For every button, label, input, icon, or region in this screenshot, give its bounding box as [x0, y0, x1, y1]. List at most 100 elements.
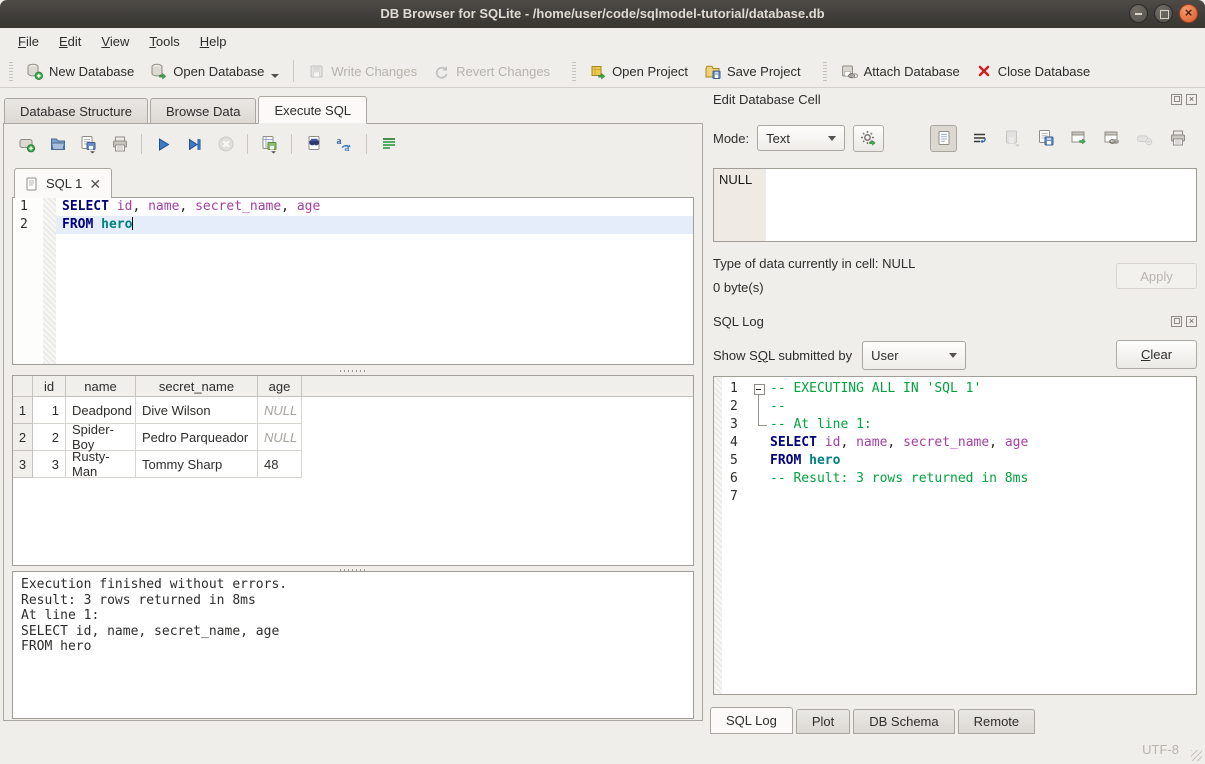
menu-help[interactable]: Help — [190, 30, 237, 53]
resize-grip-icon[interactable] — [1191, 750, 1202, 761]
row-header[interactable]: 1 — [13, 397, 33, 424]
close-dock-icon[interactable]: × — [1186, 94, 1197, 105]
close-database-button[interactable]: Close Database — [968, 59, 1099, 83]
clear-log-button[interactable]: Clear — [1116, 340, 1197, 369]
editor-line[interactable]: FROM hero — [56, 216, 693, 234]
save-sql-file-button[interactable] — [78, 134, 99, 155]
close-window-button[interactable]: × — [1179, 4, 1198, 23]
submitted-by-select[interactable]: User — [862, 341, 966, 370]
editor-line[interactable]: SELECT id, name, secret_name, age — [56, 198, 693, 216]
table-row: 22Spider-BoyPedro ParqueadorNULL — [13, 424, 693, 451]
table-cell[interactable]: NULL — [258, 397, 302, 424]
tab-execute-sql[interactable]: Execute SQL — [258, 96, 367, 124]
sql-tab-label: SQL 1 — [46, 176, 82, 191]
gear-icon — [860, 130, 877, 147]
open-database-button[interactable]: Open Database — [142, 59, 287, 84]
apply-button[interactable]: Apply — [1116, 263, 1197, 289]
results-corner-header[interactable] — [13, 376, 33, 397]
link-icon — [1103, 129, 1121, 147]
row-header[interactable]: 2 — [13, 424, 33, 451]
find-button[interactable] — [303, 134, 324, 155]
table-cell[interactable]: Deadpond — [66, 397, 136, 424]
cell-value-editor[interactable]: NULL — [713, 168, 1197, 242]
find-replace-button[interactable]: aa — [334, 134, 355, 155]
toolbar-drag-handle[interactable] — [572, 61, 576, 81]
open-database-dropdown-icon[interactable] — [271, 74, 279, 78]
log-text: -- Result: 3 rows returned in 8ms — [770, 470, 1028, 488]
open-external-button[interactable] — [1068, 128, 1089, 149]
attach-database-button[interactable]: Attach Database — [832, 59, 968, 84]
print-sql-button[interactable] — [109, 134, 130, 155]
sql-log-view[interactable]: 1-- EXECUTING ALL IN 'SQL 1'2--3-- At li… — [713, 376, 1197, 695]
table-cell[interactable]: 48 — [258, 451, 302, 478]
splitter-editor-results[interactable] — [12, 367, 694, 374]
execute-all-button[interactable] — [153, 134, 174, 155]
toolbar-drag-handle[interactable] — [823, 61, 827, 81]
word-wrap-button[interactable] — [378, 134, 399, 155]
table-cell[interactable]: Rusty-Man — [66, 451, 136, 478]
close-sql-tab-icon[interactable]: ✕ — [89, 178, 101, 190]
table-cell[interactable]: 3 — [33, 451, 66, 478]
close-dock-icon[interactable]: × — [1186, 316, 1197, 327]
minimize-button[interactable] — [1129, 4, 1148, 23]
link-button[interactable] — [1101, 128, 1122, 149]
sql-document-tab[interactable]: SQL 1 ✕ — [14, 168, 112, 198]
results-column-header-secret_name[interactable]: secret_name — [136, 376, 258, 397]
row-header[interactable]: 3 — [13, 451, 33, 478]
export-results-button[interactable] — [259, 134, 280, 155]
maximize-button[interactable] — [1154, 4, 1173, 23]
results-column-header-name[interactable]: name — [66, 376, 136, 397]
log-text: -- — [770, 398, 786, 416]
sql-editor[interactable]: 12 SELECT id, name, secret_name, ageFROM… — [12, 197, 694, 365]
set-null-button[interactable] — [1134, 128, 1155, 149]
stop-execution-button[interactable] — [215, 134, 236, 155]
table-cell[interactable]: Tommy Sharp — [136, 451, 258, 478]
export-file-button[interactable] — [1035, 128, 1056, 149]
tab-remote[interactable]: Remote — [958, 709, 1036, 734]
float-dock-icon[interactable] — [1171, 316, 1182, 327]
table-cell[interactable]: Pedro Parqueador — [136, 424, 258, 451]
table-cell[interactable]: 2 — [33, 424, 66, 451]
encoding-indicator[interactable]: UTF-8 — [1142, 742, 1179, 757]
results-column-header-age[interactable]: age — [258, 376, 302, 397]
tab-sql-log[interactable]: SQL Log — [710, 707, 793, 734]
open-sql-file-button[interactable] — [47, 134, 68, 155]
table-cell[interactable]: Dive Wilson — [136, 397, 258, 424]
word-wrap-button[interactable] — [969, 128, 990, 149]
text-mode-button[interactable] — [930, 125, 957, 152]
fold-marker-icon[interactable] — [752, 380, 770, 398]
toolbar-drag-handle[interactable] — [9, 61, 13, 81]
new-database-button[interactable]: New Database — [18, 59, 142, 84]
menu-edit[interactable]: Edit — [49, 30, 91, 53]
table-cell[interactable]: 1 — [33, 397, 66, 424]
write-changes-button[interactable]: Write Changes — [300, 59, 425, 84]
revert-changes-button[interactable]: Revert Changes — [425, 59, 558, 84]
mode-select[interactable]: Text — [757, 125, 845, 151]
float-dock-icon[interactable] — [1171, 94, 1182, 105]
tab-plot[interactable]: Plot — [796, 709, 850, 734]
import-file-button[interactable] — [1002, 128, 1023, 149]
mode-label: Mode: — [713, 131, 749, 146]
sql-toolbar-separator — [247, 134, 248, 154]
menu-file[interactable]: File — [8, 30, 49, 53]
results-header-row: idnamesecret_nameage — [13, 376, 693, 397]
execution-message-box[interactable]: Execution finished without errors. Resul… — [12, 571, 694, 719]
menu-tools[interactable]: Tools — [139, 30, 189, 53]
table-cell[interactable]: NULL — [258, 424, 302, 451]
tab-database-structure[interactable]: Database Structure — [4, 98, 148, 124]
table-cell[interactable]: Spider-Boy — [66, 424, 136, 451]
tab-browse-data[interactable]: Browse Data — [150, 98, 256, 124]
tab-db-schema[interactable]: DB Schema — [853, 709, 954, 734]
auto-apply-button[interactable] — [853, 125, 884, 152]
execute-current-line-button[interactable] — [184, 134, 205, 155]
save-project-button[interactable]: Save Project — [696, 59, 809, 84]
open-sql-tab-button[interactable] — [16, 134, 37, 155]
sql-toolbar-separator — [141, 134, 142, 154]
menu-view[interactable]: View — [91, 30, 139, 53]
print-cell-button[interactable] — [1167, 128, 1188, 149]
results-column-header-id[interactable]: id — [33, 376, 66, 397]
show-sql-label: Show SQL submitted by — [713, 348, 852, 363]
set-null-icon — [1136, 130, 1153, 147]
open-project-button[interactable]: Open Project — [581, 59, 696, 84]
left-panel: Database Structure Browse Data Execute S… — [0, 88, 705, 736]
